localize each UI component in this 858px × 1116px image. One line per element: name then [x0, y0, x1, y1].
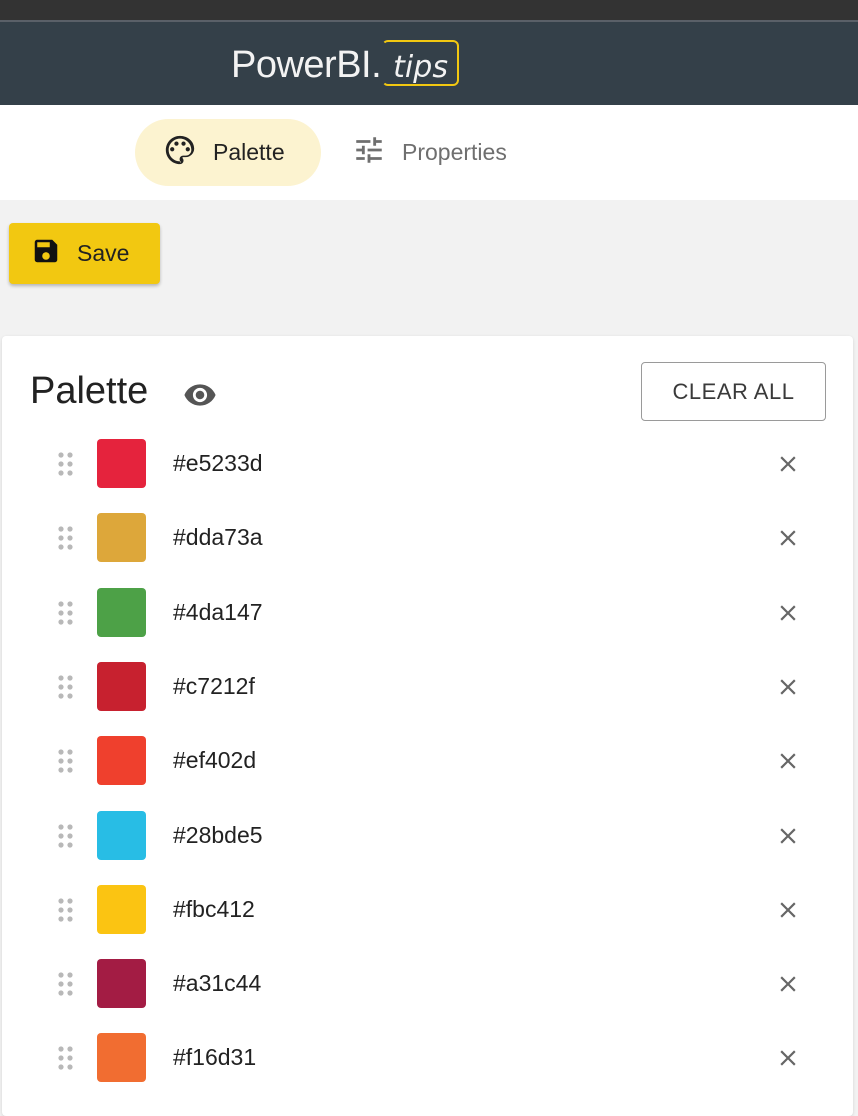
toolbar: Save	[0, 200, 858, 308]
drag-handle-icon[interactable]	[57, 898, 75, 927]
drag-handle-icon[interactable]	[57, 749, 75, 778]
color-row: #e5233d	[2, 438, 853, 512]
floppy-disk-icon	[31, 236, 61, 271]
close-icon[interactable]	[775, 674, 801, 705]
eye-icon[interactable]	[183, 378, 217, 417]
color-row: #4da147	[2, 587, 853, 661]
browser-top-strip	[0, 0, 858, 22]
color-row: #28bde5	[2, 810, 853, 884]
tab-bar: Palette Properties	[0, 105, 858, 200]
close-icon[interactable]	[775, 748, 801, 779]
tab-palette-label: Palette	[213, 139, 285, 165]
color-swatch[interactable]	[97, 810, 146, 860]
close-icon[interactable]	[775, 1045, 801, 1076]
close-icon[interactable]	[775, 525, 801, 556]
close-icon[interactable]	[775, 823, 801, 854]
drag-handle-icon[interactable]	[57, 675, 75, 704]
palette-icon	[163, 133, 197, 172]
color-row: #c7212f	[2, 661, 853, 735]
tab-properties[interactable]: Properties	[340, 119, 540, 186]
color-swatch[interactable]	[97, 661, 146, 711]
color-hex-label: #fbc412	[173, 895, 255, 922]
app-header: PowerBI. tips	[0, 22, 858, 105]
close-icon[interactable]	[775, 897, 801, 928]
logo-tips-text: tips	[382, 40, 459, 86]
color-row: #f16d31	[2, 1032, 853, 1106]
color-hex-label: #4da147	[173, 598, 263, 625]
color-row: #ef402d	[2, 735, 853, 809]
tune-icon	[352, 133, 386, 172]
color-row: #dda73a	[2, 512, 853, 586]
color-swatch[interactable]	[97, 959, 146, 1009]
color-swatch[interactable]	[97, 439, 146, 488]
drag-handle-icon[interactable]	[57, 1046, 75, 1075]
powerbi-tips-logo[interactable]: PowerBI. tips	[231, 38, 459, 92]
palette-title: Palette	[30, 370, 149, 412]
logo-main-text: PowerBI.	[231, 44, 382, 86]
drag-handle-icon[interactable]	[57, 526, 75, 555]
tab-palette[interactable]: Palette	[135, 119, 321, 186]
drag-handle-icon[interactable]	[57, 972, 75, 1001]
color-hex-label: #e5233d	[173, 450, 263, 476]
color-hex-label: #28bde5	[173, 821, 263, 848]
color-row: #a31c44	[2, 958, 853, 1032]
drag-handle-icon[interactable]	[57, 600, 75, 630]
color-hex-label: #a31c44	[173, 970, 262, 997]
drag-handle-icon[interactable]	[57, 823, 75, 853]
clear-all-button[interactable]: CLEAR ALL	[641, 362, 826, 421]
drag-handle-icon[interactable]	[57, 452, 75, 481]
close-icon[interactable]	[775, 971, 801, 1002]
close-icon[interactable]	[775, 451, 801, 482]
save-button-label: Save	[77, 240, 130, 266]
color-swatch[interactable]	[97, 1033, 146, 1083]
color-swatch[interactable]	[97, 736, 146, 786]
color-hex-label: #c7212f	[173, 672, 255, 699]
color-hex-label: #dda73a	[173, 524, 263, 551]
color-swatch[interactable]	[97, 513, 146, 563]
color-hex-label: #ef402d	[173, 747, 257, 774]
save-button[interactable]: Save	[9, 223, 160, 284]
color-row: #fbc412	[2, 884, 853, 958]
color-swatch[interactable]	[97, 587, 146, 637]
tab-properties-label: Properties	[402, 139, 507, 165]
close-icon[interactable]	[775, 600, 801, 631]
color-hex-label: #f16d31	[173, 1044, 257, 1071]
color-swatch[interactable]	[97, 884, 146, 934]
palette-card: Palette CLEAR ALL #e5233d #dda73a #4da147 #…	[2, 336, 853, 1116]
